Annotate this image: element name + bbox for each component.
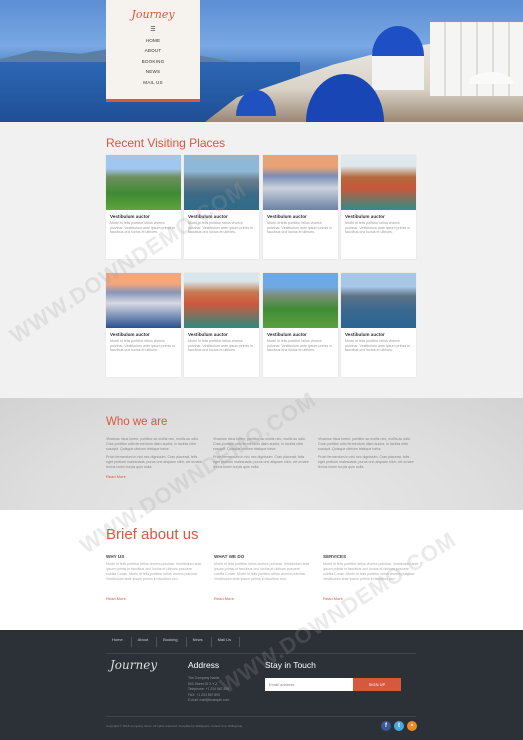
place-card[interactable]: Vestibulum auctor Morbi id felis porttit… (341, 273, 416, 377)
card-title[interactable]: Vestibulum auctor (106, 328, 181, 339)
place-card[interactable]: Vestibulum auctor Morbi id felis porttit… (106, 273, 181, 377)
place-photo[interactable] (263, 155, 338, 210)
place-photo[interactable] (341, 155, 416, 210)
paragraph: Proin fermentum in nisl nec dignissim. C… (213, 455, 309, 469)
place-card[interactable]: Vestibulum auctor Morbi id felis porttit… (184, 155, 259, 259)
footer-nav-booking[interactable]: Booking (157, 637, 187, 647)
address-heading: Address (188, 660, 220, 670)
card-title[interactable]: Vestibulum auctor (184, 328, 259, 339)
who-column: Vivamus risus lorem, porttitor ac mollis… (213, 437, 309, 473)
card-text: Morbi id felis porttitor tellus viverra … (188, 221, 253, 235)
rss-icon[interactable]: ∘ (407, 721, 417, 731)
footer-nav-news[interactable]: News (187, 637, 212, 647)
brand-logo[interactable]: Journey (106, 8, 200, 21)
nav-item-booking[interactable]: BOOKING (106, 57, 200, 67)
paragraph: Vivamus risus lorem, porttitor ac mollis… (318, 437, 412, 451)
divider (106, 653, 416, 654)
footer-nav-home[interactable]: Home (106, 637, 132, 647)
paragraph: Proin fermentum in nisl nec dignissim. C… (318, 455, 414, 469)
place-card[interactable]: Vestibulum auctor Morbi id felis porttit… (184, 273, 259, 377)
nav-item-news[interactable]: NEWS (106, 67, 200, 77)
column-heading: WHAT WE DO (214, 554, 245, 559)
read-more-link[interactable]: Read More (106, 596, 202, 601)
card-text: Morbi id felis porttitor tellus viverra … (267, 339, 332, 353)
church-wall (372, 52, 424, 90)
place-photo[interactable] (106, 273, 181, 328)
divider (106, 716, 416, 717)
card-title[interactable]: Vestibulum auctor (106, 210, 181, 221)
place-photo[interactable] (184, 273, 259, 328)
facebook-icon[interactable]: f (381, 721, 391, 731)
card-title[interactable]: Vestibulum auctor (263, 210, 338, 221)
card-title[interactable]: Vestibulum auctor (341, 328, 416, 339)
brief-column: WHAT WE DO Morbi id felis porttitor tell… (214, 554, 310, 601)
paragraph: Vivamus risus lorem, porttitor ac mollis… (106, 437, 200, 451)
place-card[interactable]: Vestibulum auctor Morbi id felis porttit… (341, 155, 416, 259)
place-photo[interactable] (184, 155, 259, 210)
card-text: Morbi id felis porttitor tellus viverra … (110, 339, 175, 353)
footer-nav-about[interactable]: About (132, 637, 158, 647)
nav-item-mail-us[interactable]: MAIL US (106, 78, 200, 88)
read-more-link[interactable]: Read More (214, 596, 310, 601)
nav-item-home[interactable]: HOME (106, 36, 200, 46)
brief-column: WHY US Morbi id felis porttitor tellus v… (106, 554, 202, 601)
section-title: Recent Visiting Places (106, 136, 226, 150)
nav-item-about[interactable]: ABOUT (106, 46, 200, 56)
column-heading: SERVICES (323, 554, 347, 559)
paragraph: Vivamus risus lorem, porttitor ac mollis… (213, 437, 307, 451)
section-title: Brief about us (106, 526, 199, 543)
card-title[interactable]: Vestibulum auctor (184, 210, 259, 221)
card-text: Morbi id felis porttitor tellus viverra … (110, 221, 175, 235)
card-title[interactable]: Vestibulum auctor (263, 328, 338, 339)
who-we-are-section: Who we are Vivamus risus lorem, porttito… (0, 398, 523, 510)
section-title: Who we are (106, 416, 168, 428)
footer-logo[interactable]: Journey (110, 658, 157, 672)
houses-shape (430, 22, 523, 96)
stay-in-touch-heading: Stay in Touch (265, 660, 316, 670)
place-photo[interactable] (106, 155, 181, 210)
brief-column: SERVICES Morbi id felis porttitor tellus… (323, 554, 419, 601)
nav-accent-bar (106, 99, 200, 102)
email-input[interactable]: Email address (265, 678, 353, 691)
copyright-text: Copyright © 2015 Company name. All right… (106, 724, 243, 728)
address-line: E-mail: mail@example.com (188, 698, 230, 702)
read-more-link[interactable]: Read More (323, 596, 419, 601)
who-column: Vivamus risus lorem, porttitor ac mollis… (318, 437, 414, 473)
footer-nav: Home About Booking News Mail Us (106, 637, 240, 647)
card-text: Morbi id felis porttitor tellus viverra … (267, 221, 332, 235)
card-text: Morbi id felis porttitor tellus viverra … (345, 221, 410, 235)
recent-places-section: Recent Visiting Places Vestibulum auctor… (0, 122, 523, 398)
paragraph: Proin fermentum in nisl nec dignissim. C… (106, 455, 202, 469)
place-card[interactable]: Vestibulum auctor Morbi id felis porttit… (106, 155, 181, 259)
place-card[interactable]: Vestibulum auctor Morbi id felis porttit… (263, 273, 338, 377)
paragraph: Morbi id felis porttitor tellus viverra … (323, 562, 419, 581)
read-more-link[interactable]: Read More (106, 474, 202, 479)
footer: Home About Booking News Mail Us Journey … (0, 630, 523, 740)
address-block: The Company Name, 500 Street Of X.Y.Z, T… (188, 676, 258, 704)
church-dome (372, 26, 424, 56)
place-photo[interactable] (341, 273, 416, 328)
column-heading: WHY US (106, 554, 125, 559)
card-text: Morbi id felis porttitor tellus viverra … (188, 339, 253, 353)
menu-icon[interactable]: ☰ (106, 27, 200, 33)
place-card[interactable]: Vestibulum auctor Morbi id felis porttit… (263, 155, 338, 259)
footer-nav-mail-us[interactable]: Mail Us (212, 637, 240, 647)
signup-button[interactable]: SIGN UP (353, 678, 401, 691)
main-nav: Journey ☰ HOME ABOUT BOOKING NEWS MAIL U… (106, 0, 200, 102)
card-title[interactable]: Vestibulum auctor (341, 210, 416, 221)
paragraph: Morbi id felis porttitor tellus viverra … (214, 562, 310, 581)
twitter-icon[interactable]: t (394, 721, 404, 731)
place-photo[interactable] (263, 273, 338, 328)
card-text: Morbi id felis porttitor tellus viverra … (345, 339, 410, 353)
paragraph: Morbi id felis porttitor tellus viverra … (106, 562, 202, 581)
hero-banner (0, 0, 523, 122)
who-column: Vivamus risus lorem, porttitor ac mollis… (106, 437, 202, 479)
brief-about-section: Brief about us WHY US Morbi id felis por… (0, 510, 523, 630)
